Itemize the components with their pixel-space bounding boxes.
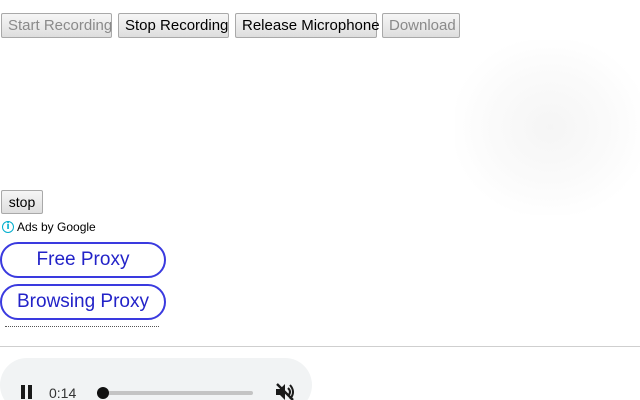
progress-slider[interactable] [97,387,253,399]
horizontal-divider [0,346,640,347]
info-circle-icon[interactable]: i [2,221,14,233]
download-button[interactable]: Download [382,13,460,38]
ads-by-google-label[interactable]: i Ads by Google [2,219,96,235]
time-display: 0:14 [49,385,77,400]
release-microphone-button[interactable]: Release Microphone [235,13,380,38]
page: Start Recording Stop Recording Release M… [0,0,640,400]
start-recording-button[interactable]: Start Recording [1,13,112,38]
ad-link-browsing-proxy[interactable]: Browsing Proxy [0,284,166,320]
pause-icon[interactable] [20,385,34,399]
progress-thumb[interactable] [97,387,110,399]
faded-background-image [455,40,640,215]
stop-recording-button[interactable]: Stop Recording [118,13,229,38]
stop-button[interactable]: stop [1,190,43,214]
dotted-divider [5,326,159,327]
ad-link-free-proxy[interactable]: Free Proxy [0,242,166,278]
audio-player: 0:14 [0,358,312,400]
ads-label-text: Ads by Google [17,220,96,234]
muted-speaker-icon[interactable] [274,382,296,400]
